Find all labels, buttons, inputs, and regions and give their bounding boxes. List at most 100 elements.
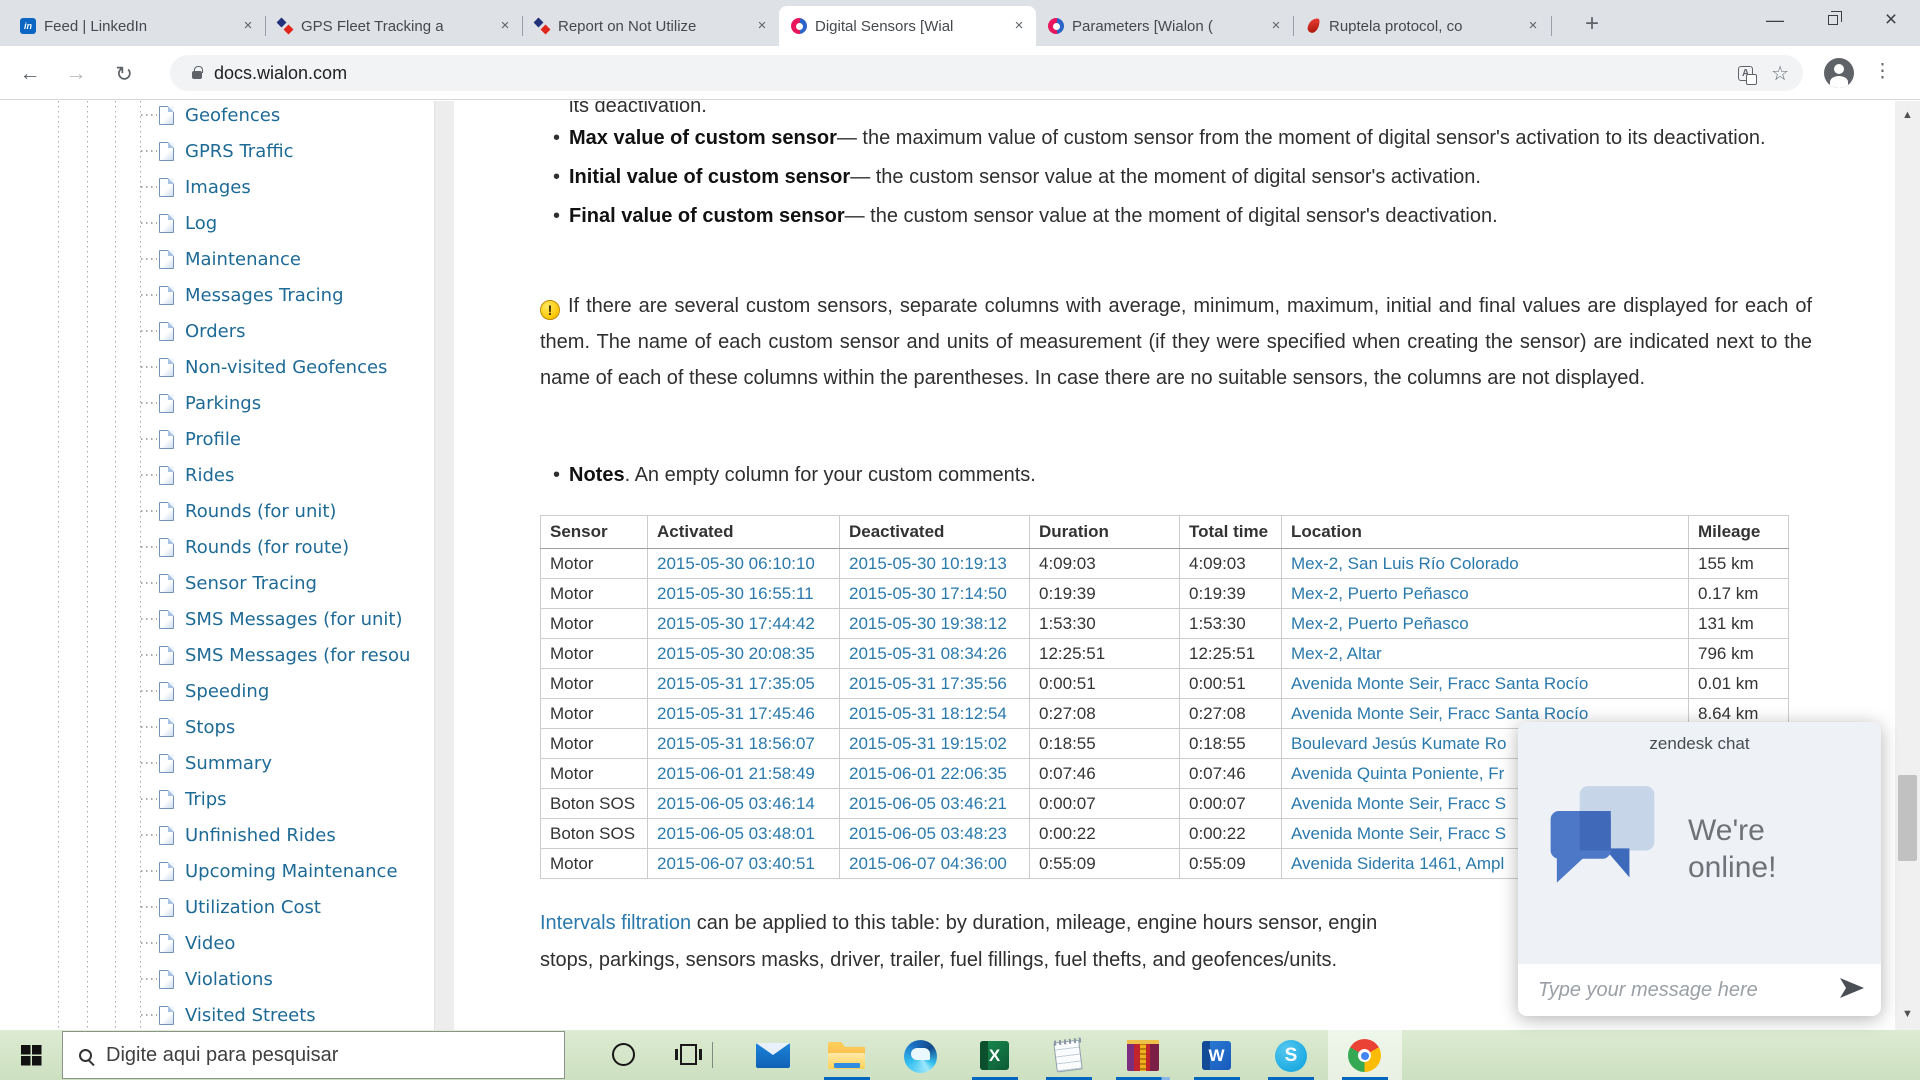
scroll-up-arrow[interactable]: ▲ [1895, 109, 1920, 121]
sidebar-item[interactable]: Profile [0, 421, 434, 457]
deactivated-link[interactable]: 2015-05-31 18:12:54 [849, 704, 1007, 723]
sidebar-item[interactable]: Visited Streets [0, 997, 434, 1030]
deactivated-link[interactable]: 2015-05-31 19:15:02 [849, 734, 1007, 753]
task-view-icon[interactable] [680, 1044, 697, 1065]
deactivated-link[interactable]: 2015-06-01 22:06:35 [849, 764, 1007, 783]
taskbar-app[interactable] [1106, 1030, 1180, 1080]
browser-tab[interactable]: in Feed | LinkedIn × [8, 6, 265, 46]
sidebar-item[interactable]: Unfinished Rides [0, 817, 434, 853]
sidebar-item[interactable]: GPRS Traffic [0, 133, 434, 169]
sidebar-item[interactable]: Sensor Tracing [0, 565, 434, 601]
reload-button[interactable]: ↻ [110, 60, 138, 88]
close-button[interactable]: × [1862, 0, 1920, 40]
start-button[interactable] [0, 1030, 62, 1080]
browser-menu-icon[interactable]: ⋮ [1873, 60, 1892, 83]
sidebar-item[interactable]: Video [0, 925, 434, 961]
intervals-filtration-link[interactable]: Intervals filtration [540, 912, 691, 934]
tab-close-button[interactable]: × [496, 17, 514, 35]
tab-close-button[interactable]: × [1010, 17, 1028, 35]
taskbar-search-box[interactable] [62, 1031, 565, 1079]
profile-avatar[interactable] [1824, 58, 1854, 88]
location-link[interactable]: Mex-2, San Luis Río Colorado [1291, 554, 1519, 573]
activated-link[interactable]: 2015-05-30 20:08:35 [657, 644, 815, 663]
cortana-icon[interactable] [612, 1043, 635, 1066]
taskbar-app[interactable]: W [1180, 1030, 1254, 1080]
bookmark-star-icon[interactable]: ☆ [1771, 61, 1789, 86]
activated-link[interactable]: 2015-05-31 18:56:07 [657, 734, 815, 753]
new-tab-button[interactable]: + [1578, 10, 1606, 38]
location-link[interactable]: Mex-2, Altar [1291, 644, 1382, 663]
activated-link[interactable]: 2015-05-30 16:55:11 [657, 584, 814, 603]
sidebar-item[interactable]: Non-visited Geofences [0, 349, 434, 385]
minimize-button[interactable]: — [1746, 0, 1804, 40]
sidebar-item[interactable]: Stops [0, 709, 434, 745]
location-link[interactable]: Avenida Monte Seir, Fracc S [1291, 794, 1506, 813]
sidebar-item[interactable]: Images [0, 169, 434, 205]
sidebar-scrollbar[interactable] [434, 101, 454, 1030]
taskbar-app[interactable] [884, 1030, 958, 1080]
activated-link[interactable]: 2015-06-05 03:48:01 [657, 824, 815, 843]
send-icon[interactable] [1839, 977, 1865, 1004]
sidebar-item[interactable]: Log [0, 205, 434, 241]
sidebar-item[interactable]: Geofences [0, 101, 434, 133]
activated-link[interactable]: 2015-06-05 03:46:14 [657, 794, 815, 813]
taskbar-app[interactable] [810, 1030, 884, 1080]
taskbar-app[interactable] [1032, 1030, 1106, 1080]
sidebar-item[interactable]: Messages Tracing [0, 277, 434, 313]
scrollbar-thumb[interactable] [1898, 775, 1917, 861]
activated-link[interactable]: 2015-06-01 21:58:49 [657, 764, 815, 783]
browser-tab[interactable]: Ruptela protocol, co × [1293, 6, 1550, 46]
back-button[interactable]: ← [16, 60, 44, 88]
sidebar-item[interactable]: Speeding [0, 673, 434, 709]
location-link[interactable]: Mex-2, Puerto Peñasco [1291, 614, 1469, 633]
address-bar[interactable]: docs.wialon.com A ☆ [170, 55, 1803, 91]
location-link[interactable]: Avenida Monte Seir, Fracc Santa Rocío [1291, 674, 1588, 693]
url-text[interactable]: docs.wialon.com [214, 63, 347, 84]
deactivated-link[interactable]: 2015-05-31 08:34:26 [849, 644, 1007, 663]
browser-tab[interactable]: GPS Fleet Tracking a × [265, 6, 522, 46]
deactivated-link[interactable]: 2015-05-30 10:19:13 [849, 554, 1007, 573]
activated-link[interactable]: 2015-05-31 17:35:05 [657, 674, 815, 693]
deactivated-link[interactable]: 2015-05-30 19:38:12 [849, 614, 1007, 633]
chat-message-input[interactable] [1538, 979, 1839, 1002]
deactivated-link[interactable]: 2015-06-07 04:36:00 [849, 854, 1007, 873]
activated-link[interactable]: 2015-05-31 17:45:46 [657, 704, 815, 723]
sidebar-item[interactable]: Rounds (for route) [0, 529, 434, 565]
taskbar-app[interactable] [1328, 1030, 1402, 1080]
restore-button[interactable] [1804, 0, 1862, 40]
browser-tab[interactable]: Digital Sensors [Wial × [779, 6, 1036, 46]
activated-link[interactable]: 2015-05-30 06:10:10 [657, 554, 815, 573]
sidebar-item[interactable]: Utilization Cost [0, 889, 434, 925]
sidebar-item[interactable]: Maintenance [0, 241, 434, 277]
sidebar-item[interactable]: SMS Messages (for resou [0, 637, 434, 673]
location-link[interactable]: Avenida Monte Seir, Fracc Santa Rocío [1291, 704, 1588, 723]
taskbar-app[interactable]: S [1254, 1030, 1328, 1080]
sidebar-item[interactable]: Rounds (for unit) [0, 493, 434, 529]
deactivated-link[interactable]: 2015-06-05 03:48:23 [849, 824, 1007, 843]
location-link[interactable]: Avenida Monte Seir, Fracc S [1291, 824, 1506, 843]
activated-link[interactable]: 2015-05-30 17:44:42 [657, 614, 815, 633]
deactivated-link[interactable]: 2015-05-30 17:14:50 [849, 584, 1007, 603]
sidebar-item[interactable]: Parkings [0, 385, 434, 421]
location-link[interactable]: Boulevard Jesús Kumate Ro [1291, 734, 1506, 753]
scroll-down-arrow[interactable]: ▼ [1895, 1008, 1920, 1020]
location-link[interactable]: Mex-2, Puerto Peñasco [1291, 584, 1469, 603]
tab-close-button[interactable]: × [753, 17, 771, 35]
forward-button[interactable]: → [62, 60, 90, 88]
sidebar-item[interactable]: Rides [0, 457, 434, 493]
location-link[interactable]: Avenida Siderita 1461, Ampl [1291, 854, 1504, 873]
sidebar-item[interactable]: SMS Messages (for unit) [0, 601, 434, 637]
activated-link[interactable]: 2015-06-07 03:40:51 [657, 854, 815, 873]
tab-close-button[interactable]: × [1524, 17, 1542, 35]
tab-close-button[interactable]: × [239, 17, 257, 35]
sidebar-item[interactable]: Trips [0, 781, 434, 817]
taskbar-app[interactable] [736, 1030, 810, 1080]
location-link[interactable]: Avenida Quinta Poniente, Fr [1291, 764, 1504, 783]
sidebar-item[interactable]: Upcoming Maintenance [0, 853, 434, 889]
sidebar-item[interactable]: Summary [0, 745, 434, 781]
sidebar-item[interactable]: Violations [0, 961, 434, 997]
browser-tab[interactable]: Parameters [Wialon ( × [1036, 6, 1293, 46]
taskbar-search-input[interactable] [106, 1044, 526, 1067]
deactivated-link[interactable]: 2015-05-31 17:35:56 [849, 674, 1007, 693]
deactivated-link[interactable]: 2015-06-05 03:46:21 [849, 794, 1007, 813]
